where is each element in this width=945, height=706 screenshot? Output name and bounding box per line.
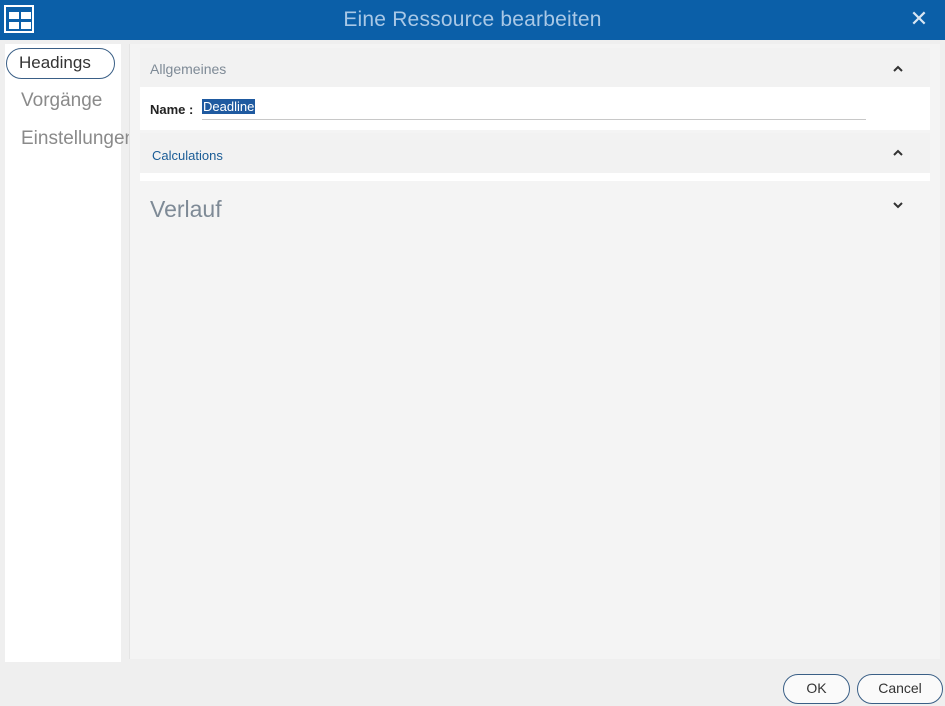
sidebar: Headings Vorgänge Einstellungen (5, 44, 135, 662)
chevron-up-icon[interactable] (892, 146, 904, 158)
sidebar-item-einstellungen[interactable]: Einstellungen (21, 128, 135, 150)
name-label: Name : (150, 102, 194, 117)
name-input[interactable]: Deadline (202, 99, 866, 120)
content-panel: Allgemeines Name : Deadline Calculations… (129, 44, 940, 659)
section-divider (140, 173, 930, 181)
section-general-title: Allgemeines (150, 61, 227, 77)
title-bar: Eine Ressource bearbeiten ✕ (0, 0, 945, 40)
name-input-value: Deadline (202, 99, 256, 114)
section-history-title: Verlauf (150, 196, 222, 222)
section-history-header[interactable]: Verlauf (140, 183, 930, 228)
section-general-body: Name : Deadline (140, 87, 930, 130)
cancel-button[interactable]: Cancel (857, 674, 943, 704)
window-title: Eine Ressource bearbeiten (343, 8, 602, 31)
ok-button[interactable]: OK (783, 674, 850, 704)
sidebar-item-vorgaenge[interactable]: Vorgänge (21, 90, 102, 112)
section-calculations-header[interactable]: Calculations (140, 133, 930, 173)
section-calculations-title: Calculations (152, 148, 223, 163)
sidebar-item-headings[interactable]: Headings (6, 48, 115, 79)
section-general-header[interactable]: Allgemeines (140, 48, 930, 88)
close-icon[interactable]: ✕ (909, 6, 929, 31)
chevron-down-icon[interactable] (892, 198, 904, 210)
chevron-up-icon[interactable] (892, 62, 904, 74)
